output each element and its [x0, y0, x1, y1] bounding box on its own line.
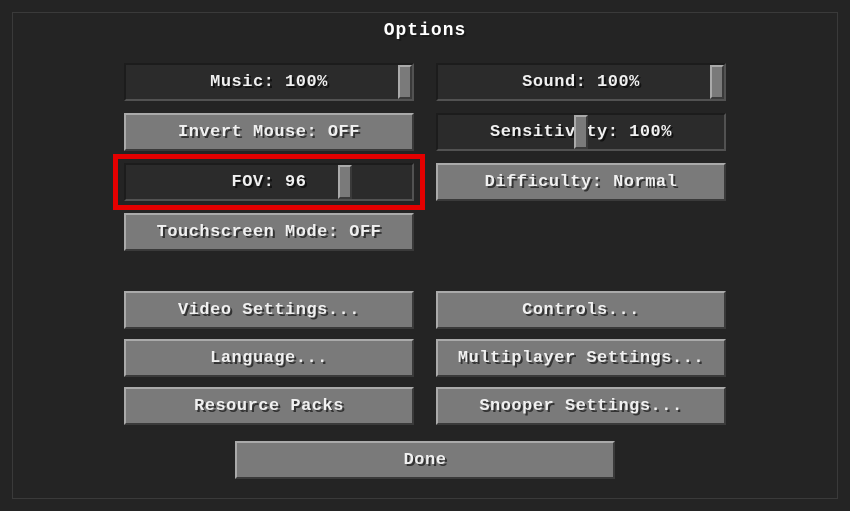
touchscreen-label: Touchscreen Mode: OFF [157, 223, 382, 242]
music-slider-handle[interactable] [398, 65, 412, 99]
fov-slider-label: FOV: 96 [232, 173, 307, 192]
difficulty-label: Difficulty: Normal [485, 173, 678, 192]
video-settings-label: Video Settings... [178, 301, 360, 320]
music-slider-label: Music: 100% [210, 73, 328, 92]
language-button[interactable]: Language... [124, 339, 414, 377]
music-slider[interactable]: Music: 100% [124, 63, 414, 101]
top-options-grid: Music: 100% Sound: 100% Invert Mouse: OF… [13, 63, 837, 251]
invert-mouse-label: Invert Mouse: OFF [178, 123, 360, 142]
done-button[interactable]: Done [235, 441, 615, 479]
sound-slider-label: Sound: 100% [522, 73, 640, 92]
invert-mouse-toggle[interactable]: Invert Mouse: OFF [124, 113, 414, 151]
controls-button[interactable]: Controls... [436, 291, 726, 329]
sound-slider[interactable]: Sound: 100% [436, 63, 726, 101]
page-title: Options [13, 21, 837, 41]
snooper-settings-button[interactable]: Snooper Settings... [436, 387, 726, 425]
sensitivity-slider[interactable]: Sensitivity: 100% [436, 113, 726, 151]
sensitivity-slider-handle[interactable] [574, 115, 588, 149]
fov-slider[interactable]: FOV: 96 [124, 163, 414, 201]
language-label: Language... [210, 349, 328, 368]
fov-slider-handle[interactable] [338, 165, 352, 199]
done-label: Done [404, 451, 447, 470]
difficulty-toggle[interactable]: Difficulty: Normal [436, 163, 726, 201]
resource-packs-label: Resource Packs [194, 397, 344, 416]
touchscreen-toggle[interactable]: Touchscreen Mode: OFF [124, 213, 414, 251]
video-settings-button[interactable]: Video Settings... [124, 291, 414, 329]
settings-buttons-grid: Video Settings... Controls... Language..… [13, 291, 837, 425]
resource-packs-button[interactable]: Resource Packs [124, 387, 414, 425]
multiplayer-settings-label: Multiplayer Settings... [458, 349, 704, 368]
controls-label: Controls... [522, 301, 640, 320]
done-row: Done [13, 441, 837, 479]
multiplayer-settings-button[interactable]: Multiplayer Settings... [436, 339, 726, 377]
sound-slider-handle[interactable] [710, 65, 724, 99]
snooper-settings-label: Snooper Settings... [479, 397, 682, 416]
fov-slot: FOV: 96 [124, 163, 414, 201]
options-panel: Options Music: 100% Sound: 100% Invert M… [12, 12, 838, 499]
